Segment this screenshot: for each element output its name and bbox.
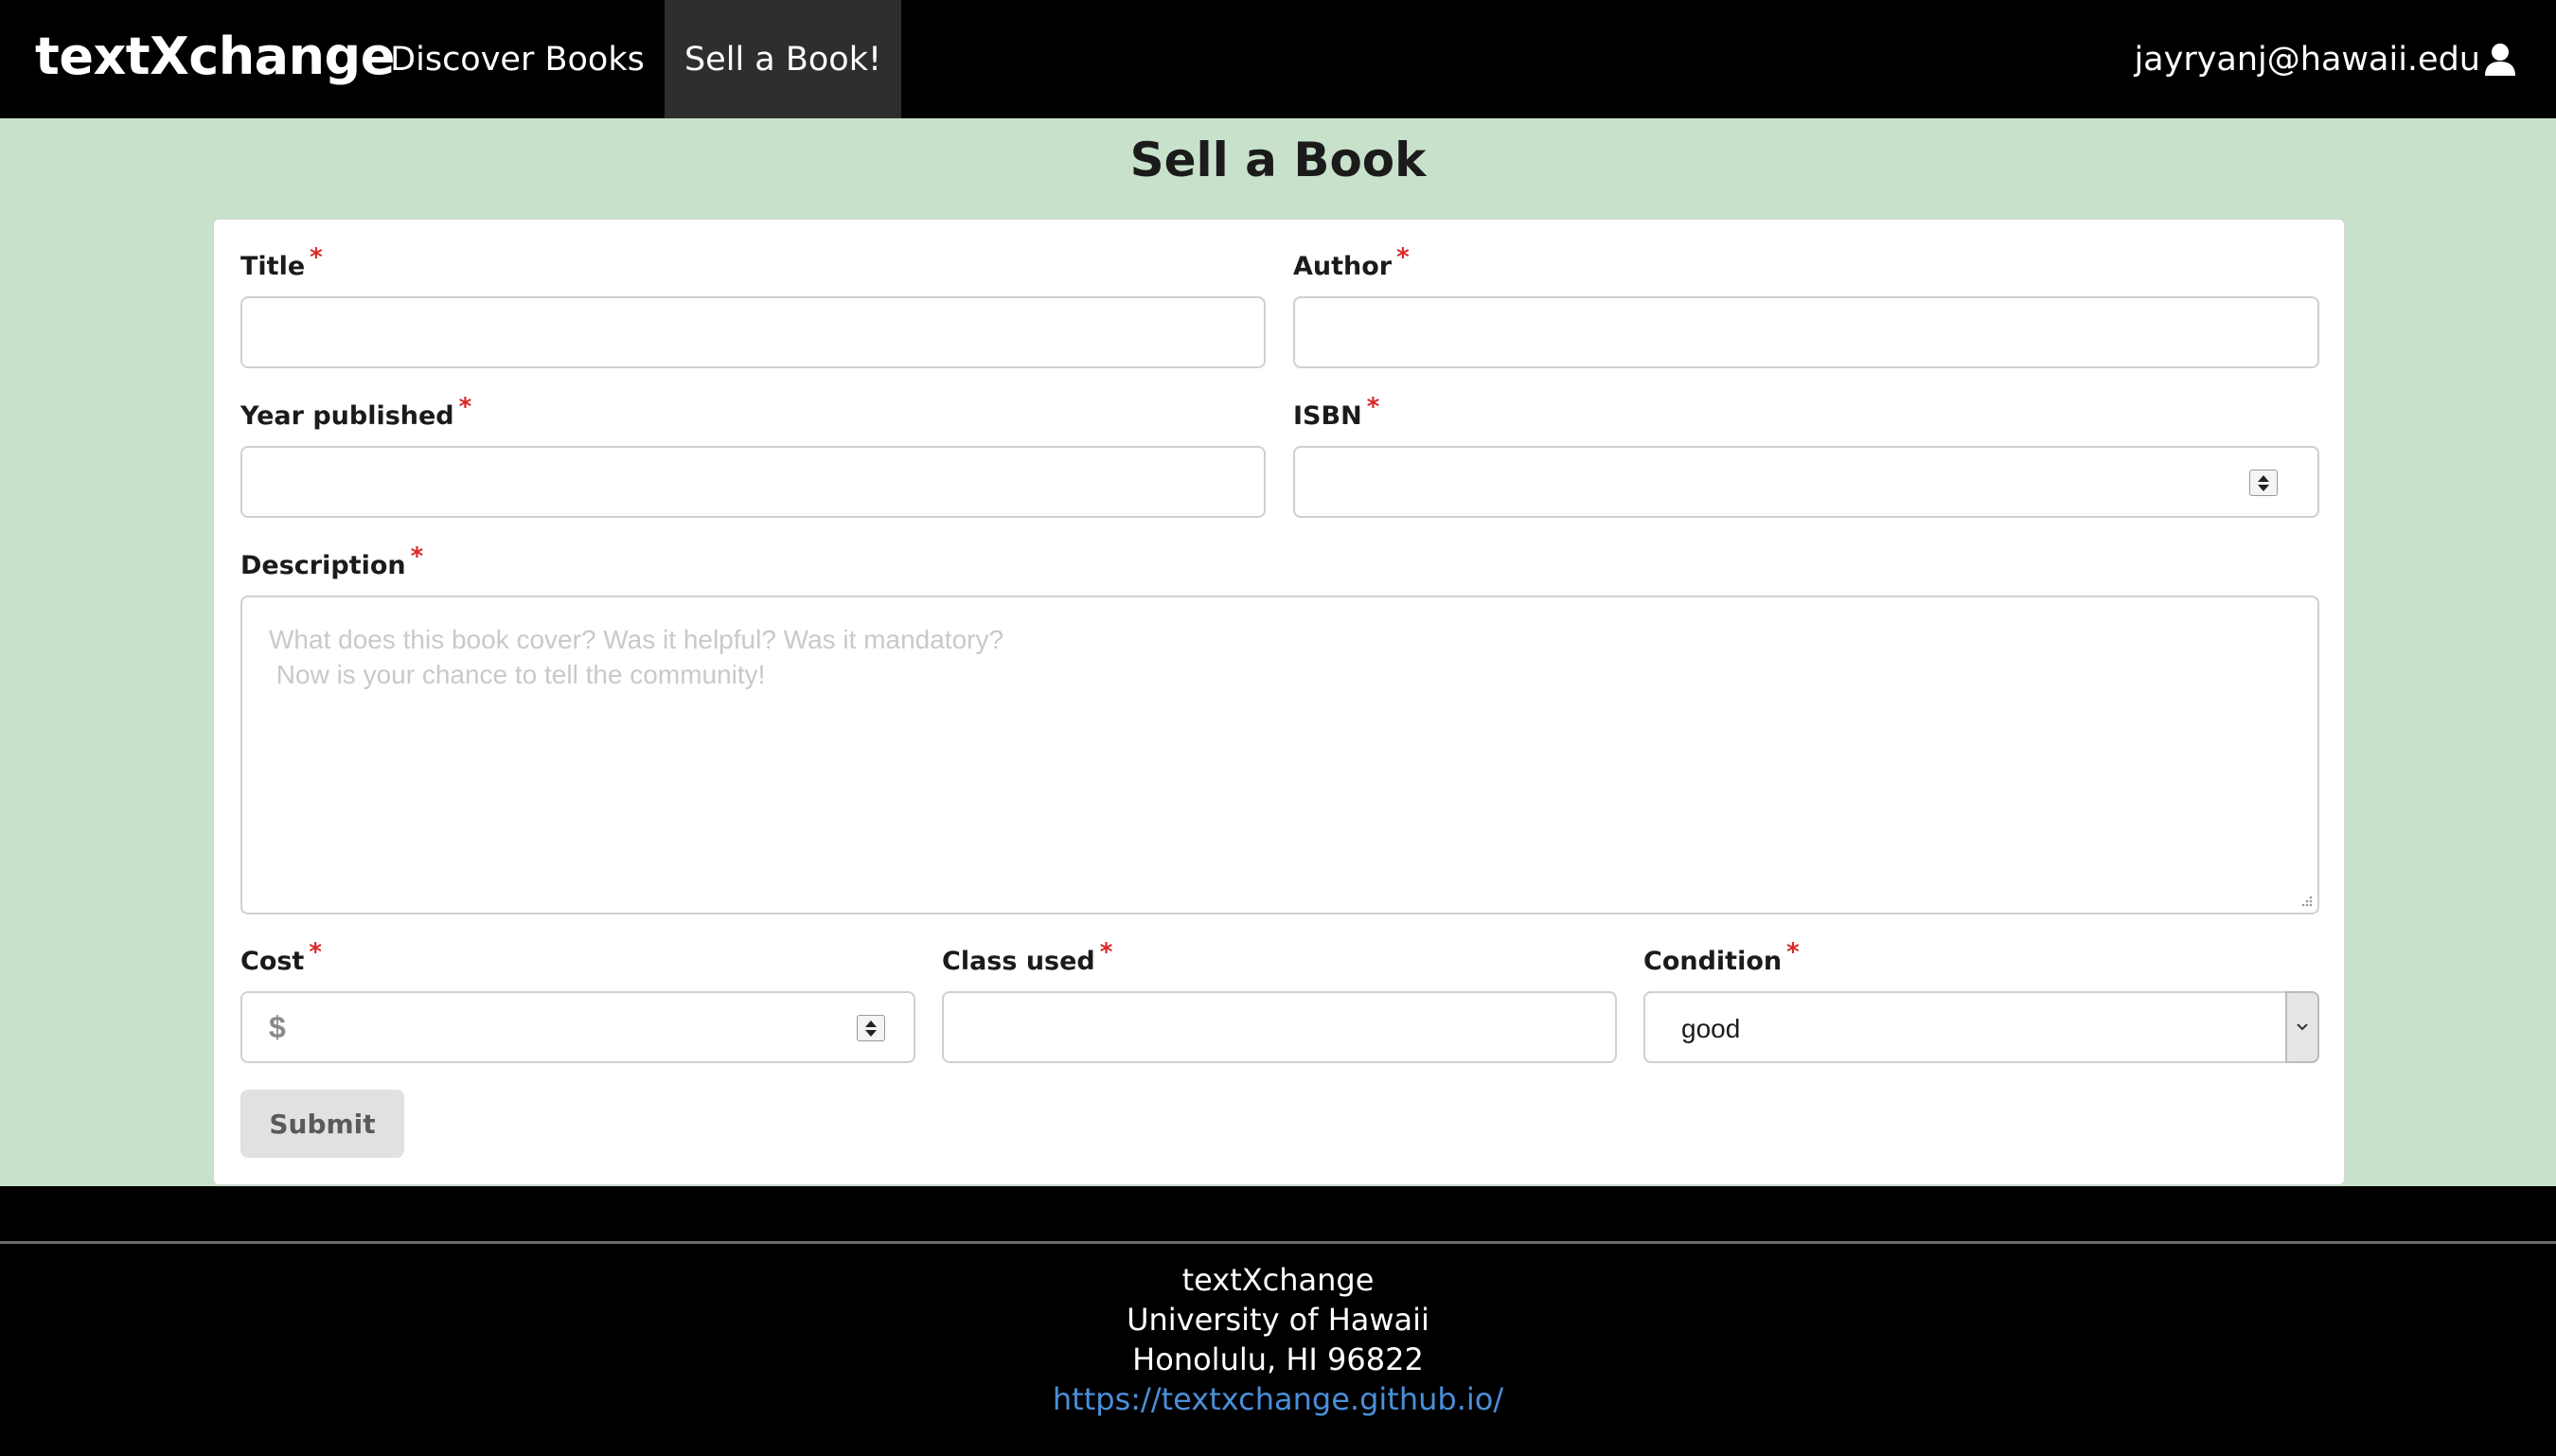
footer-divider — [0, 1241, 2556, 1244]
user-email: jayryanj@hawaii.edu — [2134, 40, 2480, 79]
footer-brand: textXchange — [1181, 1262, 1375, 1298]
author-input[interactable] — [1295, 298, 2317, 366]
page-title: Sell a Book — [1129, 133, 1427, 187]
cost-input[interactable] — [242, 993, 914, 1061]
class-used-input[interactable] — [944, 993, 1615, 1061]
title-input[interactable] — [242, 298, 1264, 366]
user-menu[interactable]: jayryanj@hawaii.edu — [2134, 0, 2516, 118]
cost-label: Cost * — [240, 938, 322, 976]
required-marker: * — [1786, 938, 1800, 967]
chevron-down-icon[interactable] — [2285, 991, 2319, 1063]
brand-logo[interactable]: textXchange — [35, 27, 395, 86]
description-textarea[interactable] — [242, 597, 2317, 913]
footer-city: Honolulu, HI 96822 — [1132, 1341, 1424, 1377]
year-field-wrap — [240, 446, 1266, 518]
currency-prefix: $ — [269, 1010, 286, 1044]
cost-field-wrap: $ — [240, 991, 915, 1063]
class-used-label: Class used * — [942, 938, 1113, 976]
required-marker: * — [458, 393, 472, 421]
title-label: Title * — [240, 243, 323, 281]
nav-sell-a-book[interactable]: Sell a Book! — [665, 0, 901, 118]
class-used-field-wrap — [942, 991, 1617, 1063]
description-field-wrap — [240, 595, 2319, 914]
title-field-wrap — [240, 296, 1266, 368]
required-marker: * — [1396, 243, 1410, 272]
required-marker: * — [410, 542, 424, 571]
year-published-input[interactable] — [242, 448, 1264, 516]
footer: textXchange University of Hawaii Honolul… — [0, 1186, 2556, 1456]
footer-address: textXchange University of Hawaii Honolul… — [0, 1260, 2556, 1419]
isbn-label: ISBN * — [1293, 393, 1380, 431]
footer-university: University of Hawaii — [1127, 1302, 1429, 1338]
isbn-input[interactable] — [1295, 448, 2317, 516]
required-marker: * — [1099, 938, 1113, 967]
top-navbar: textXchange Discover Books Sell a Book! … — [0, 0, 2556, 118]
resize-grip-icon[interactable] — [2299, 894, 2314, 909]
required-marker: * — [1366, 393, 1380, 421]
description-label: Description * — [240, 542, 424, 580]
cost-spinner-icon[interactable] — [857, 1015, 885, 1041]
sell-book-form: Title * Author * Year published * ISBN * Des… — [213, 219, 2345, 1185]
condition-select[interactable]: good — [1643, 991, 2319, 1063]
author-label: Author * — [1293, 243, 1410, 281]
condition-selected-value: good — [1681, 1014, 1741, 1043]
submit-button[interactable]: Submit — [240, 1090, 404, 1158]
year-label: Year published * — [240, 393, 472, 431]
footer-site-link[interactable]: https://textxchange.github.io/ — [0, 1379, 2556, 1419]
user-icon — [2485, 43, 2515, 76]
isbn-spinner-icon[interactable] — [2249, 470, 2278, 496]
required-marker: * — [309, 938, 322, 967]
condition-label: Condition * — [1643, 938, 1800, 976]
isbn-field-wrap — [1293, 446, 2319, 518]
nav-discover-books[interactable]: Discover Books — [379, 0, 656, 118]
author-field-wrap — [1293, 296, 2319, 368]
required-marker: * — [310, 243, 323, 272]
